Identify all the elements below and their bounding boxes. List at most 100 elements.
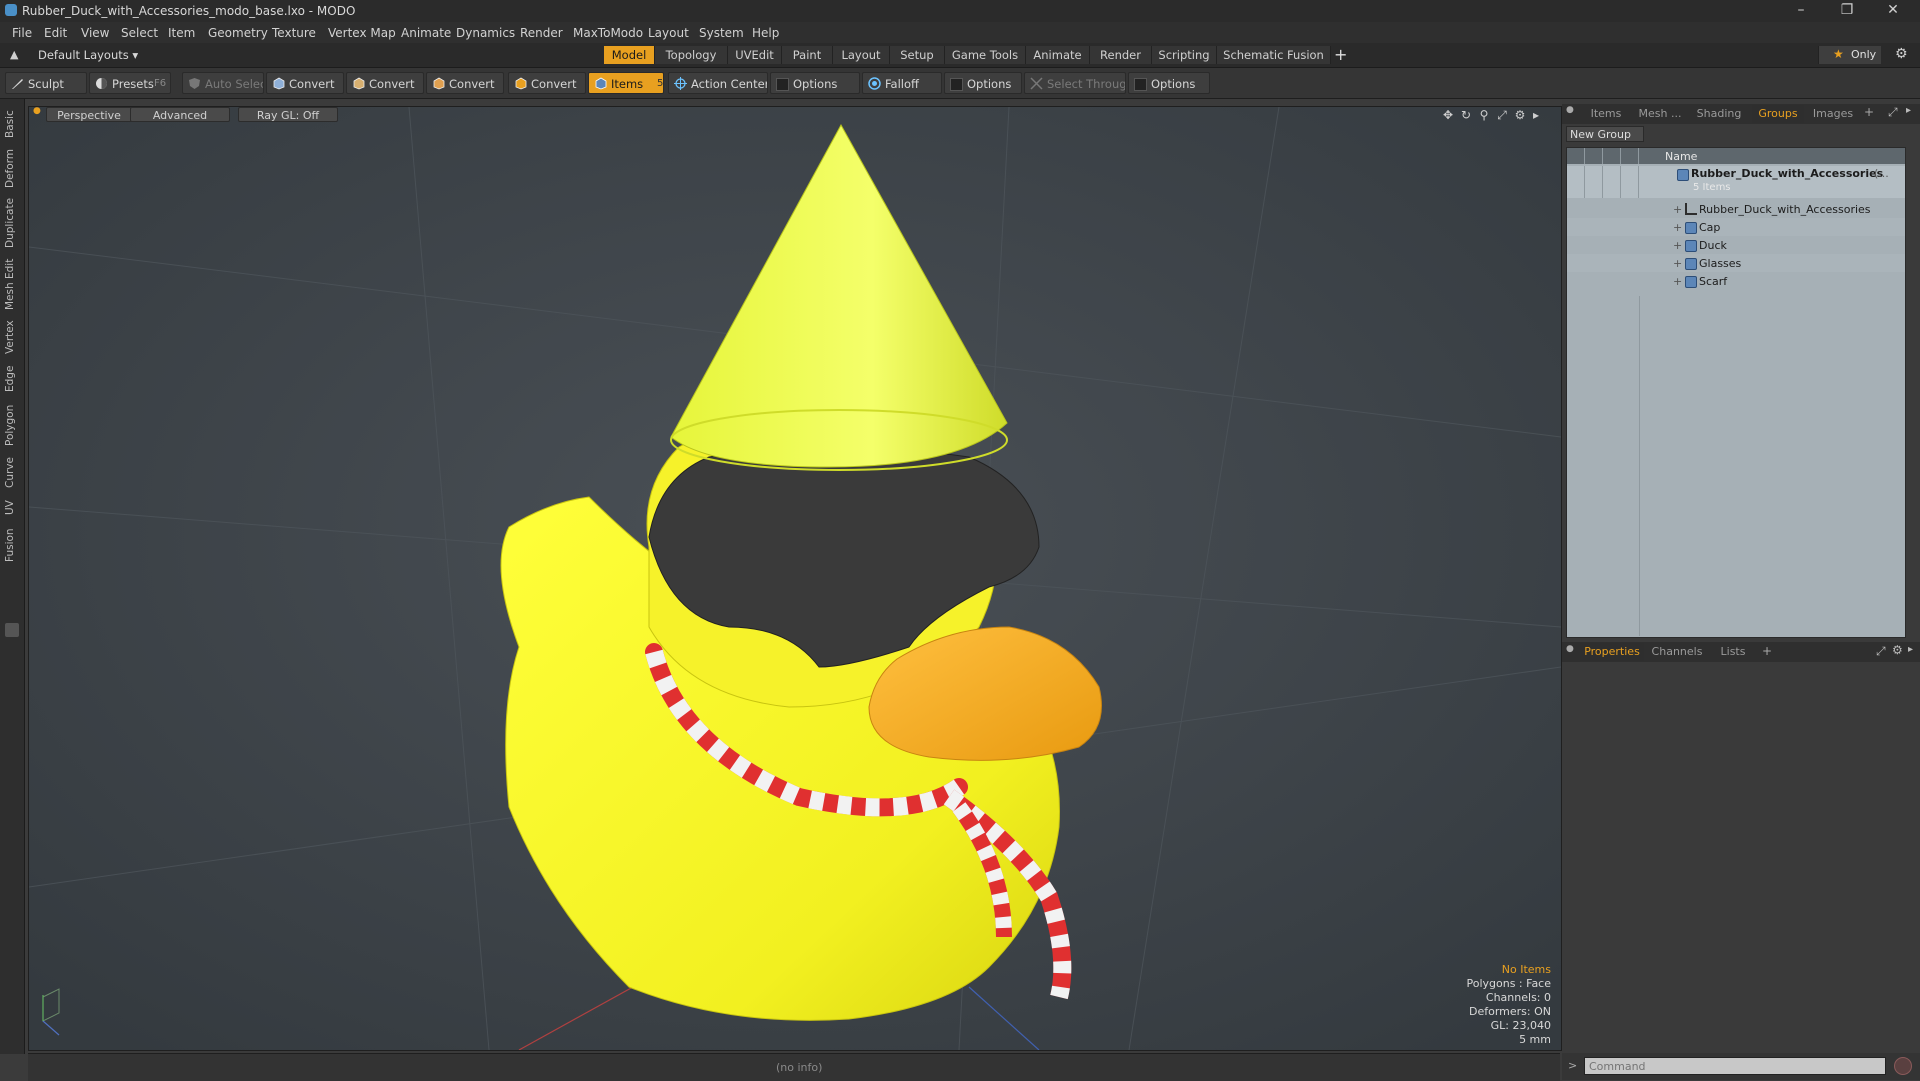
group-child-row[interactable]: + Glasses [1567,254,1905,272]
add-props-tab-icon[interactable]: + [1762,644,1772,658]
restore-icon[interactable]: ❐ [1826,0,1868,22]
menu-item[interactable]: Item [168,26,195,40]
vtab-deform[interactable]: Deform [4,147,20,189]
tab-topology[interactable]: Topology [655,46,728,64]
menu-layout[interactable]: Layout [648,26,689,40]
menu-select[interactable]: Select [121,26,158,40]
options-button-2[interactable]: Options [944,72,1022,94]
tab-schematic-fusion[interactable]: Schematic Fusion [1217,46,1331,64]
shading-advanced-button[interactable]: Advanced [130,107,230,122]
vtab-vertex[interactable]: Vertex [4,317,20,357]
add-panel-tab-icon[interactable]: + [1864,105,1874,119]
rotate-icon[interactable]: ↻ [1459,108,1473,122]
vtab-fusion[interactable]: Fusion [4,525,20,565]
lock-column-icon[interactable] [1603,148,1621,164]
convert-button-2[interactable]: Convert [346,72,424,94]
convert-button-3[interactable]: Convert [426,72,504,94]
new-group-button[interactable]: New Group [1566,126,1644,142]
menu-dynamics[interactable]: Dynamics [456,26,515,40]
items-mode-button[interactable]: Items 5 [588,72,664,94]
only-toggle[interactable]: ★ Only [1818,46,1881,64]
select-column-icon[interactable] [1621,148,1639,164]
viewport-expand-icon[interactable]: ▸ [1529,108,1543,122]
menu-file[interactable]: File [12,26,32,40]
menu-help[interactable]: Help [752,26,779,40]
panel-arrow-icon[interactable]: ▸ [1906,105,1911,116]
viewport-menu-icon[interactable]: ● [33,106,41,116]
convert-button-4[interactable]: Convert [508,72,586,94]
group-child-row[interactable]: + Scarf [1567,272,1905,290]
tab-images[interactable]: Images [1806,105,1860,123]
vtab-edge[interactable]: Edge [4,363,20,395]
select-icon[interactable] [1621,166,1639,198]
eye-icon[interactable] [1567,166,1585,198]
options-checkbox-3[interactable] [1134,78,1147,91]
panel-menu-icon[interactable]: ● [1566,105,1574,115]
menu-view[interactable]: View [81,26,109,40]
zoom-icon[interactable]: ⚲ [1477,108,1491,122]
panel-expand-icon[interactable]: ⤢ [1888,105,1898,120]
lock-icon[interactable] [1603,166,1621,198]
name-column-header[interactable]: Name [1665,150,1697,163]
vtab-polygon[interactable]: Polygon [4,401,20,449]
raygl-button[interactable]: Ray GL: Off [238,107,338,122]
command-input[interactable] [1584,1057,1886,1075]
menu-animate[interactable]: Animate [401,26,451,40]
falloff-button[interactable]: Falloff [862,72,942,94]
child-expand-icon[interactable]: + [1673,275,1682,288]
tab-shading[interactable]: Shading [1688,105,1750,123]
viewport-gear-icon[interactable]: ⚙ [1513,108,1527,122]
add-tab-icon[interactable]: + [1334,45,1347,64]
group-child-row[interactable]: + Duck [1567,236,1905,254]
tab-groups[interactable]: Groups [1752,105,1804,123]
vtab-basic[interactable]: Basic [4,107,20,141]
visibility-column-icon[interactable] [1567,148,1585,164]
tab-channels[interactable]: Channels [1646,643,1708,661]
presets-button[interactable]: Presets F6 [89,72,171,94]
menu-system[interactable]: System [699,26,744,40]
minimize-icon[interactable]: – [1780,0,1822,22]
tab-render[interactable]: Render [1090,46,1152,64]
tab-uvedit[interactable]: UVEdit [728,46,782,64]
vtab-duplicate[interactable]: Duplicate [4,195,20,251]
vtab-uv[interactable]: UV [4,497,20,519]
menu-vertex-map[interactable]: Vertex Map [328,26,396,40]
options-checkbox-1[interactable] [776,78,789,91]
tab-layout[interactable]: Layout [833,46,890,64]
props-arrow-icon[interactable]: ▸ [1908,644,1913,655]
tab-items[interactable]: Items [1580,105,1632,123]
render-icon[interactable] [1585,166,1603,198]
tab-model[interactable]: Model [604,46,655,64]
options-button-3[interactable]: Options [1128,72,1210,94]
tab-paint[interactable]: Paint [782,46,833,64]
options-button-1[interactable]: Options [770,72,860,94]
convert-button-1[interactable]: Convert [266,72,344,94]
child-expand-icon[interactable]: + [1673,257,1682,270]
layout-up-icon[interactable]: ▲ [10,48,18,61]
tab-scripting[interactable]: Scripting [1152,46,1217,64]
select-through-button[interactable]: Select Through [1024,72,1126,94]
tab-mesh[interactable]: Mesh ... [1634,105,1686,123]
menu-render[interactable]: Render [520,26,563,40]
options-checkbox-2[interactable] [950,78,963,91]
sculpt-button[interactable]: Sculpt [5,72,87,94]
menu-edit[interactable]: Edit [44,26,67,40]
tab-animate[interactable]: Animate [1026,46,1090,64]
tab-lists[interactable]: Lists [1710,643,1756,661]
vtab-curve[interactable]: Curve [4,455,20,491]
tab-game-tools[interactable]: Game Tools [945,46,1026,64]
group-root-row[interactable]: Rubber_Duck_with_Accessories (... 5 Item… [1567,166,1905,198]
view-perspective-button[interactable]: Perspective [46,107,132,122]
props-expand-icon[interactable]: ⤢ [1876,644,1886,659]
render-column-icon[interactable] [1585,148,1603,164]
command-record-icon[interactable] [1894,1057,1912,1075]
auto-select-button[interactable]: Auto Select [182,72,264,94]
group-child-row[interactable]: + Cap [1567,218,1905,236]
layout-selector[interactable]: Default Layouts ▾ [38,48,138,62]
gear-icon[interactable]: ⚙ [1895,46,1908,62]
child-expand-icon[interactable]: + [1673,221,1682,234]
tab-properties[interactable]: Properties [1580,643,1644,661]
action-center-button[interactable]: Action Center [668,72,768,94]
menu-texture[interactable]: Texture [272,26,316,40]
pan-icon[interactable]: ✥ [1441,108,1455,122]
